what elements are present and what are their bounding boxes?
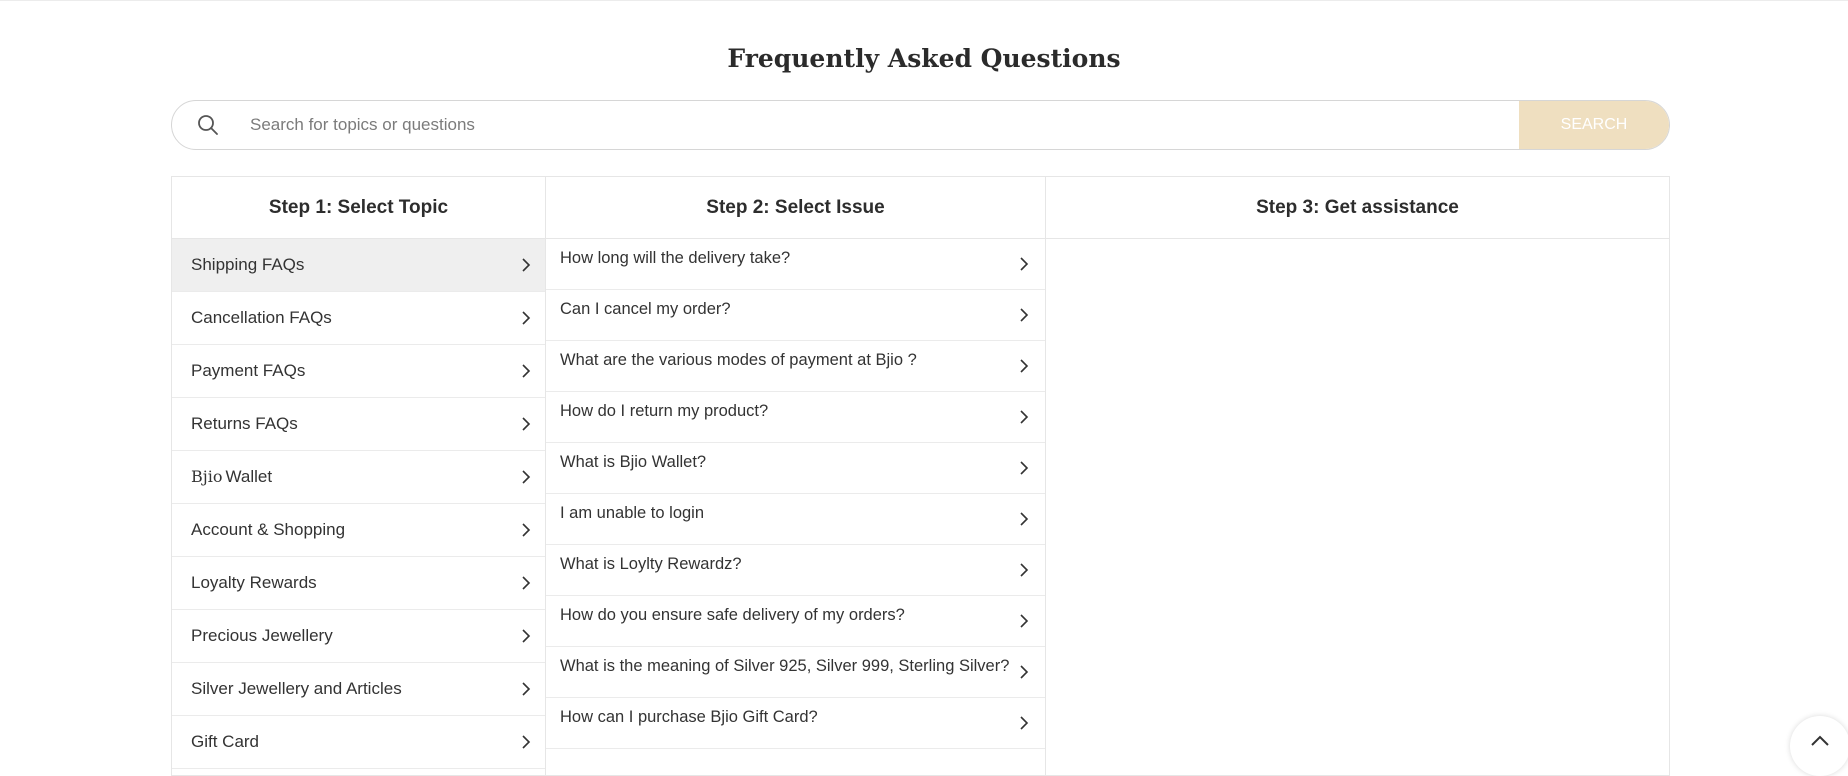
search-button[interactable]: SEARCH — [1519, 101, 1669, 149]
chevron-right-icon — [1019, 612, 1033, 630]
chevron-right-icon — [1019, 561, 1033, 579]
chevron-right-icon — [521, 415, 535, 433]
issue-item[interactable]: What is Loylty Rewardz? — [546, 545, 1045, 596]
chevron-right-icon — [1019, 255, 1033, 273]
search-icon[interactable] — [172, 101, 236, 149]
topic-label: Loyalty Rewards — [191, 573, 317, 593]
topic-text: Gift Card — [191, 732, 260, 751]
topic-text: Account & Shopping — [191, 520, 346, 539]
issue-item[interactable]: How can I purchase Bjio Gift Card? — [546, 698, 1045, 749]
topic-text: Loyalty Rewards — [191, 573, 317, 592]
topic-label: Silver Jewellery and Articles — [191, 679, 402, 699]
step1-heading: Step 1: Select Topic — [172, 177, 545, 239]
chevron-up-icon — [1810, 734, 1830, 752]
step2-heading: Step 2: Select Issue — [546, 177, 1045, 239]
issue-item[interactable]: What is Bjio Wallet? — [546, 443, 1045, 494]
topic-item[interactable]: Account & Shopping — [172, 504, 545, 557]
chevron-right-icon — [521, 362, 535, 380]
chevron-right-icon — [521, 680, 535, 698]
search-bar: SEARCH — [171, 100, 1670, 150]
issue-label: How do you ensure safe delivery of my or… — [560, 605, 905, 624]
topic-item[interactable]: Precious Jewellery — [172, 610, 545, 663]
assistance-column: Step 3: Get assistance — [1046, 177, 1669, 775]
issue-label: I am unable to login — [560, 503, 705, 522]
topic-label: Bjio Wallet — [191, 467, 272, 487]
issue-label: How long will the delivery take? — [560, 248, 791, 267]
chevron-right-icon — [521, 627, 535, 645]
chevron-right-icon — [1019, 357, 1033, 375]
top-divider — [0, 0, 1848, 1]
issue-item[interactable]: Can I cancel my order? — [546, 290, 1045, 341]
chevron-right-icon — [1019, 714, 1033, 732]
topic-text: Wallet — [225, 467, 273, 486]
chevron-right-icon — [1019, 408, 1033, 426]
issue-label: How do I return my product? — [560, 401, 769, 420]
chevron-right-icon — [521, 574, 535, 592]
chevron-right-icon — [521, 521, 535, 539]
topic-text: Silver Jewellery and Articles — [191, 679, 402, 698]
chevron-right-icon — [521, 468, 535, 486]
topic-item[interactable]: Silver Jewellery and Articles — [172, 663, 545, 716]
brand-mark: Bjio — [191, 467, 223, 486]
issue-column: Step 2: Select Issue How long will the d… — [546, 177, 1046, 775]
search-input[interactable] — [236, 101, 1519, 149]
issue-label: What are the various modes of payment at… — [560, 350, 917, 369]
topic-item[interactable]: Gift Card — [172, 716, 545, 769]
issue-label: Can I cancel my order? — [560, 299, 731, 318]
topic-label: Precious Jewellery — [191, 626, 333, 646]
topic-label: Gift Card — [191, 732, 259, 752]
topic-text: Precious Jewellery — [191, 626, 333, 645]
topic-item[interactable]: Shipping FAQs — [172, 239, 545, 292]
chevron-right-icon — [521, 309, 535, 327]
chevron-right-icon — [521, 256, 535, 274]
topic-text: Returns FAQs — [191, 414, 298, 433]
topic-text: Shipping FAQs — [191, 255, 305, 274]
chevron-right-icon — [1019, 510, 1033, 528]
topic-item[interactable]: Bjio Wallet — [172, 451, 545, 504]
chevron-right-icon — [1019, 306, 1033, 324]
topic-text: Payment FAQs — [191, 361, 306, 380]
topic-list: Shipping FAQs Cancellation FAQs Payment FA… — [172, 239, 545, 769]
topic-label: Payment FAQs — [191, 361, 305, 381]
step3-heading: Step 3: Get assistance — [1046, 177, 1669, 239]
issue-label: What is the meaning of Silver 925, Silve… — [560, 656, 1010, 675]
chevron-right-icon — [1019, 459, 1033, 477]
issue-item[interactable]: I am unable to login — [546, 494, 1045, 545]
topic-label: Account & Shopping — [191, 520, 345, 540]
topic-label: Cancellation FAQs — [191, 308, 332, 328]
topic-text: Cancellation FAQs — [191, 308, 332, 327]
chevron-right-icon — [1019, 663, 1033, 681]
issue-label: What is Bjio Wallet? — [560, 452, 707, 471]
topic-item[interactable]: Returns FAQs — [172, 398, 545, 451]
scroll-to-top-button[interactable] — [1790, 716, 1848, 776]
issue-item[interactable]: What are the various modes of payment at… — [546, 341, 1045, 392]
topic-item[interactable]: Loyalty Rewards — [172, 557, 545, 610]
issue-item[interactable]: What is the meaning of Silver 925, Silve… — [546, 647, 1045, 698]
issue-item[interactable]: How long will the delivery take? — [546, 239, 1045, 290]
issue-item[interactable]: How do I return my product? — [546, 392, 1045, 443]
topic-label: Shipping FAQs — [191, 255, 304, 275]
issue-label: How can I purchase Bjio Gift Card? — [560, 707, 818, 726]
chevron-right-icon — [521, 733, 535, 751]
page-title: Frequently Asked Questions — [727, 44, 1121, 73]
topic-column: Step 1: Select Topic Shipping FAQs Cancel… — [172, 177, 546, 775]
faq-panel: Step 1: Select Topic Shipping FAQs Cancel… — [171, 176, 1670, 776]
issue-label: What is Loylty Rewardz? — [560, 554, 742, 573]
topic-label: Returns FAQs — [191, 414, 298, 434]
topic-item[interactable]: Payment FAQs — [172, 345, 545, 398]
issue-item[interactable]: How do you ensure safe delivery of my or… — [546, 596, 1045, 647]
topic-item[interactable]: Cancellation FAQs — [172, 292, 545, 345]
issue-list: How long will the delivery take? Can I ca… — [546, 239, 1045, 749]
